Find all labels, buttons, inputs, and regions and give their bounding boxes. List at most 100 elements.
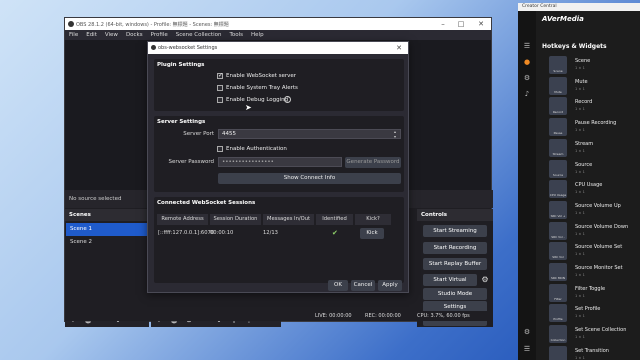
list-icon[interactable]: ☰ <box>522 344 532 354</box>
widget-name: Stream <box>575 140 594 147</box>
menu-view[interactable]: View <box>101 30 122 40</box>
widget-size: 1 × 1 <box>575 314 585 319</box>
avatar-icon[interactable]: ● <box>522 57 532 67</box>
widget-name: Record <box>575 99 593 106</box>
widget-item[interactable]: Transition Set Transition1 × 1 <box>549 345 637 360</box>
obs-window-title: OBS 28.1.2 (64-bit, windows) - Profile: … <box>76 22 229 28</box>
server-port-label: Server Port <box>183 131 214 137</box>
menu-edit[interactable]: Edit <box>82 30 101 40</box>
enable-auth-checkbox[interactable] <box>217 146 223 152</box>
settings-icon[interactable]: ⚙ <box>522 327 532 337</box>
gear-icon[interactable]: ⚙ <box>522 73 532 83</box>
debug-logging-label: Enable Debug Logging <box>226 97 289 103</box>
status-bar: LIVE: 00:00:00 REC: 00:00:00 CPU: 3.7%, … <box>65 311 493 321</box>
widget-item[interactable]: Record Record 1 × 1 <box>549 97 637 117</box>
widget-size: 1 × 1 <box>575 190 585 195</box>
rec-status: REC: 00:00:00 <box>365 313 401 319</box>
widget-icon: SRC Vol + <box>549 200 567 219</box>
maximize-icon[interactable]: □ <box>454 19 468 29</box>
minimize-icon[interactable]: – <box>436 19 450 29</box>
server-password-input[interactable]: •••••••••••••••• <box>218 157 342 167</box>
col-remote-address[interactable]: Remote Address <box>157 214 209 225</box>
widget-item[interactable]: Pause Pause Recording 1 × 1 <box>549 118 637 138</box>
generate-password-button[interactable]: Generate Password <box>345 157 401 168</box>
menu-help[interactable]: Help <box>247 30 268 40</box>
widget-size: 1 × 1 <box>575 252 585 257</box>
col-kick[interactable]: Kick? <box>355 214 392 225</box>
widget-tag: Record <box>552 110 564 115</box>
creator-central-window: Creator Central ☰ ● ⚙ ♪ ⚙ ☰ AVerMedia Ho… <box>518 3 640 360</box>
widget-name: Source Volume Down <box>575 223 629 230</box>
widget-tag: Profile <box>553 317 563 322</box>
scene-item-1[interactable]: Scene 1 <box>66 223 148 236</box>
col-session-duration[interactable]: Session Duration <box>210 214 262 225</box>
avermedia-logo: AVerMedia <box>542 15 584 23</box>
menu-scene-collection[interactable]: Scene Collection <box>172 30 226 40</box>
widget-tag: Mute <box>554 89 562 94</box>
widget-tag: Source <box>552 172 564 177</box>
start-streaming-button[interactable]: Start Streaming <box>423 225 487 237</box>
start-virtual-camera-button[interactable]: Start Virtual Camera <box>423 274 477 295</box>
help-icon[interactable]: ? <box>284 96 291 103</box>
widget-name: CPU Usage <box>575 182 603 189</box>
port-spinner-icon[interactable]: ▴ ▾ <box>394 129 396 139</box>
widget-item[interactable]: Source Source 1 × 1 <box>549 159 637 180</box>
plugin-settings-title: Plugin Settings <box>157 62 205 68</box>
widget-item[interactable]: Scene Scene 1 × 1 <box>549 56 637 76</box>
widget-item[interactable]: Collection Set Scene Collection 1 × 1 <box>549 325 637 345</box>
widget-item[interactable]: SRC MON Source Monitor Set 1 × 1 <box>549 263 637 283</box>
dialog-close-icon[interactable]: ✕ <box>392 43 406 53</box>
widget-size: 1 × 1 <box>575 148 585 153</box>
obs-logo-icon <box>151 45 156 50</box>
widget-name: Set Profile <box>575 306 601 313</box>
debug-logging-checkbox[interactable] <box>217 97 223 103</box>
sessions-title: Connected WebSocket Sessions <box>157 200 256 206</box>
widget-item[interactable]: Profile Set Profile 1 × 1 <box>549 304 637 324</box>
col-identified[interactable]: Identified <box>316 214 354 225</box>
widget-icon: Stream <box>549 138 567 157</box>
server-port-input[interactable]: 4455 <box>218 129 401 139</box>
virtual-camera-settings-icon[interactable]: ⚙ <box>480 275 490 285</box>
widget-name: Source Volume Up <box>575 202 621 209</box>
menu-tools[interactable]: Tools <box>225 30 247 40</box>
close-icon[interactable]: ✕ <box>474 19 488 29</box>
widget-size: 1 × 1 <box>575 107 585 112</box>
start-replay-buffer-button[interactable]: Start Replay Buffer <box>423 258 487 270</box>
menu-icon[interactable]: ☰ <box>522 41 532 51</box>
widget-item[interactable]: Filter Filter Toggle 1 × 1 <box>549 283 637 304</box>
widget-item[interactable]: SRC Vol + Source Volume Up 1 × 1 <box>549 200 637 221</box>
widget-item[interactable]: Stream Stream 1 × 1 <box>549 138 637 159</box>
microphone-icon[interactable]: ♪ <box>522 89 532 99</box>
studio-mode-button[interactable]: Studio Mode <box>423 288 487 300</box>
ok-button[interactable]: OK <box>328 280 348 291</box>
widget-item[interactable]: SRC Vol - Source Volume Down 1 × 1 <box>549 221 637 242</box>
widget-item[interactable]: Mute Mute 1 × 1 <box>549 76 637 97</box>
widget-name: Source Volume Set <box>575 244 623 251</box>
widgets-heading: Hotkeys & Widgets <box>542 43 607 50</box>
widget-name: Set Transition <box>575 347 609 354</box>
scene-item-2[interactable]: Scene 2 <box>66 236 148 249</box>
start-recording-button[interactable]: Start Recording <box>423 242 487 254</box>
creator-central-title: Creator Central <box>518 3 640 11</box>
widget-name: Source Monitor Set <box>575 265 623 271</box>
websocket-settings-dialog: obs-websocket Settings ✕ Plugin Settings… <box>147 41 409 293</box>
widget-icon: Transition <box>549 345 567 360</box>
show-connect-info-button[interactable]: Show Connect Info <box>218 173 401 184</box>
widget-icon: SRC Vol - <box>549 221 567 240</box>
cancel-button[interactable]: Cancel <box>351 280 375 291</box>
menu-profile[interactable]: Profile <box>147 30 172 40</box>
col-messages[interactable]: Messages In/Out <box>263 214 315 225</box>
widget-item[interactable]: SRC Vol Source Volume Set 1 × 1 <box>549 242 637 262</box>
identified-check-icon: ✔ <box>332 229 338 237</box>
widget-item[interactable]: CPU Usage CPU Usage 1 × 1 <box>549 180 637 200</box>
widget-size: 1 × 1 <box>575 231 585 236</box>
enable-server-checkbox[interactable] <box>217 72 223 79</box>
menu-file[interactable]: File <box>65 30 82 40</box>
tray-alerts-checkbox[interactable] <box>217 85 223 91</box>
sessions-group: Connected WebSocket Sessions <box>154 197 404 283</box>
widget-icon: SRC Vol <box>549 242 567 261</box>
menu-docks[interactable]: Docks <box>122 30 147 40</box>
apply-button[interactable]: Apply <box>378 280 402 291</box>
obs-logo-icon <box>68 21 74 27</box>
kick-button[interactable]: Kick <box>360 228 384 239</box>
